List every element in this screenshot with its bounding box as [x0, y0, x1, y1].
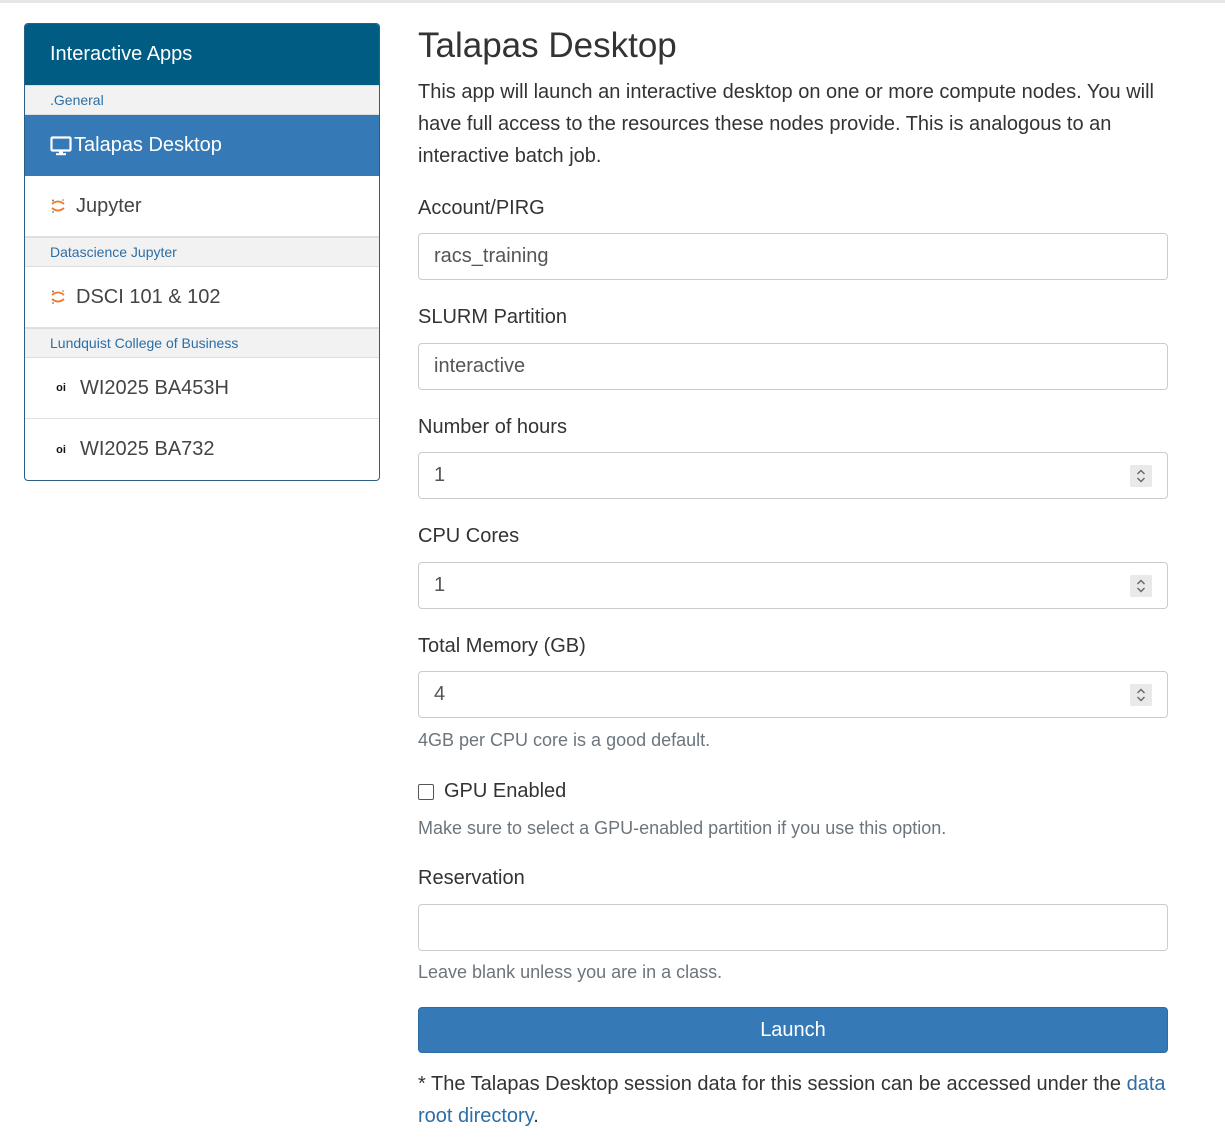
group-header-lundquist: Lundquist College of Business [25, 328, 379, 358]
session-data-footnote: * The Talapas Desktop session data for t… [418, 1068, 1168, 1132]
cores-value: 1 [434, 574, 446, 596]
footnote-text: * The Talapas Desktop session data for t… [418, 1073, 1127, 1095]
sidebar-item-label: Talapas Desktop [74, 134, 222, 156]
spinner-arrows-icon [1137, 469, 1145, 483]
oi-icon: oi [56, 382, 66, 394]
footnote-suffix: . [533, 1105, 539, 1127]
memory-spinner[interactable] [1130, 684, 1152, 706]
group-header-label: Datascience Jupyter [50, 244, 177, 260]
sidebar-item-jupyter[interactable]: Jupyter [25, 176, 379, 237]
oi-icon: oi [56, 443, 66, 456]
group-header-datascience: Datascience Jupyter [25, 237, 379, 267]
partition-input[interactable]: interactive [418, 343, 1168, 390]
group-header-general: .General [25, 85, 379, 115]
reservation-help: Leave blank unless you are in a class. [418, 962, 723, 982]
group-header-label: Lundquist College of Business [50, 335, 239, 351]
partition-value: interactive [434, 355, 526, 377]
sidebar-item-label: DSCI 101 & 102 [76, 285, 221, 308]
gpu-row: GPU Enabled [418, 780, 566, 803]
sidebar-item-ba732[interactable]: oi WI2025 BA732 [25, 419, 379, 480]
memory-help: 4GB per CPU core is a good default. [418, 730, 711, 750]
spinner-arrows-icon [1137, 579, 1145, 593]
memory-label: Total Memory (GB) [418, 635, 586, 657]
sidebar-item-ba453h[interactable]: oi WI2025 BA453H [25, 358, 379, 419]
account-label: Account/PIRG [418, 197, 545, 219]
sidebar-item-talapas-desktop[interactable]: Talapas Desktop [25, 115, 379, 176]
account-value: racs_training [434, 245, 549, 267]
launch-button[interactable]: Launch [418, 1007, 1168, 1053]
cores-label: CPU Cores [418, 525, 520, 547]
cores-input[interactable]: 1 [418, 562, 1168, 609]
sidebar: Interactive Apps .General Talapas Deskto… [24, 23, 380, 481]
reservation-label: Reservation [418, 867, 525, 889]
gpu-checkbox[interactable] [418, 783, 434, 800]
gpu-label: GPU Enabled [444, 780, 567, 802]
spinner-arrows-icon [1137, 688, 1145, 702]
memory-input[interactable]: 4 [418, 671, 1168, 718]
partition-label: SLURM Partition [418, 306, 567, 328]
sidebar-item-label: Jupyter [76, 194, 142, 217]
sidebar-item-label: WI2025 BA453H [80, 376, 229, 399]
hours-label: Number of hours [418, 416, 567, 438]
sidebar-item-dsci[interactable]: DSCI 101 & 102 [25, 267, 379, 328]
hours-spinner[interactable] [1130, 465, 1152, 487]
gpu-help: Make sure to select a GPU-enabled partit… [418, 818, 947, 838]
cores-spinner[interactable] [1130, 575, 1152, 597]
account-input[interactable]: racs_training [418, 233, 1168, 280]
hours-value: 1 [434, 464, 446, 486]
form: Account/PIRG racs_training SLURM Partiti… [418, 0, 1168, 1142]
sidebar-item-label: WI2025 BA732 [80, 438, 215, 460]
jupyter-icon [50, 289, 66, 305]
launch-button-label: Launch [760, 1018, 826, 1041]
hours-input[interactable]: 1 [418, 452, 1168, 499]
jupyter-icon [50, 198, 66, 214]
sidebar-header: Interactive Apps [25, 24, 379, 85]
memory-value: 4 [434, 683, 446, 705]
desktop-icon [50, 135, 72, 156]
reservation-input[interactable] [418, 904, 1168, 951]
sidebar-header-title: Interactive Apps [50, 43, 193, 65]
group-header-label: .General [50, 92, 104, 108]
